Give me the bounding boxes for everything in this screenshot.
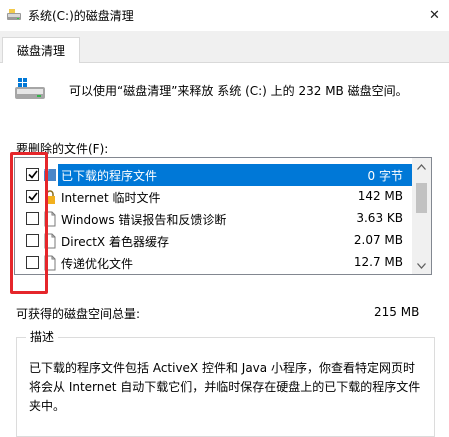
drive-icon xyxy=(15,78,45,99)
file-size: 0 字节 xyxy=(367,169,403,183)
file-name: Windows 错误报告和反馈诊断 xyxy=(61,213,227,227)
tab-disk-cleanup[interactable]: 磁盘清理 xyxy=(2,37,80,63)
disk-cleanup-icon xyxy=(7,9,21,20)
list-item[interactable]: DirectX 着色器缓存 2.07 MB xyxy=(15,230,413,252)
scroll-up-button[interactable] xyxy=(412,158,431,175)
file-size: 12.7 MB xyxy=(353,255,403,269)
list-item[interactable]: Windows 错误报告和反馈诊断 3.63 KB xyxy=(15,208,413,230)
description-text: 已下载的程序文件包括 ActiveX 控件和 Java 小程序，你查看特定网页时… xyxy=(29,361,421,413)
chevron-down-icon xyxy=(417,262,426,269)
intro-text: 可以使用“磁盘清理”来释放 系统 (C:) 上的 232 MB 磁盘空间。 xyxy=(69,84,408,98)
file-size: 2.07 MB xyxy=(353,233,403,247)
file-size: 142 MB xyxy=(357,189,403,203)
chevron-up-icon xyxy=(417,163,426,170)
file-name: Internet 临时文件 xyxy=(61,191,161,205)
file-size: 3.63 KB xyxy=(356,211,403,225)
file-list-scrollbar[interactable] xyxy=(412,158,431,274)
scroll-down-button[interactable] xyxy=(412,257,431,274)
list-item[interactable]: 已下载的程序文件 0 字节 xyxy=(15,164,413,186)
file-name: DirectX 着色器缓存 xyxy=(61,235,169,249)
file-name: 传递优化文件 xyxy=(61,257,134,271)
window-title: 系统(C:)的磁盘清理 xyxy=(28,9,134,23)
total-space-label: 可获得的磁盘空间总量: xyxy=(16,307,141,321)
list-item[interactable]: Internet 临时文件 142 MB xyxy=(15,186,413,208)
highlight-box xyxy=(10,152,48,294)
total-space-value: 215 MB xyxy=(374,305,420,319)
file-list[interactable]: 已下载的程序文件 0 字节 Internet 临时文件 142 MB Windo… xyxy=(14,157,432,275)
close-icon: ✕ xyxy=(429,8,440,23)
close-button[interactable]: ✕ xyxy=(420,0,449,31)
file-name: 已下载的程序文件 xyxy=(61,169,158,183)
list-item[interactable]: 传递优化文件 12.7 MB xyxy=(15,252,413,274)
tab-label: 磁盘清理 xyxy=(16,44,65,58)
scroll-thumb[interactable] xyxy=(416,183,427,213)
description-title: 描述 xyxy=(26,328,59,345)
